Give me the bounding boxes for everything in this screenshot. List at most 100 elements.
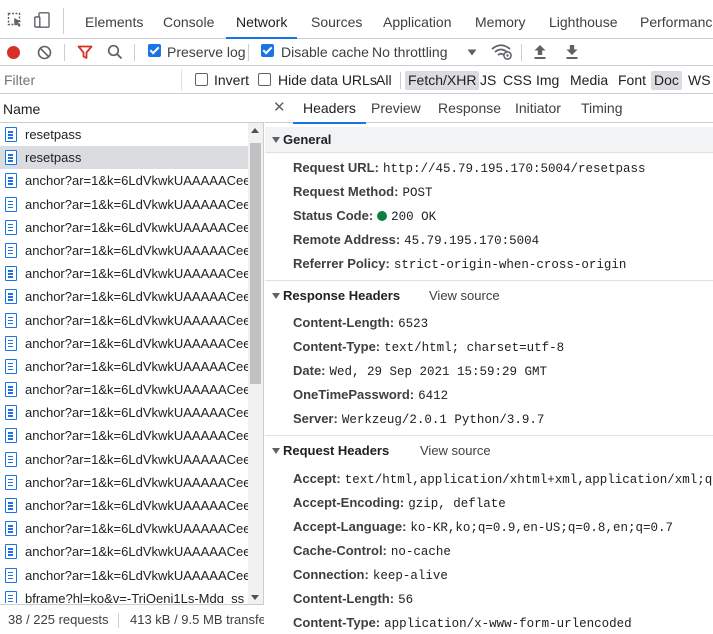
filter-type-css[interactable]: CSS (500, 71, 535, 90)
request-row[interactable]: resetpass (0, 123, 248, 146)
filter-type-media[interactable]: Media (567, 71, 611, 90)
inspect-element-icon[interactable] (7, 12, 23, 28)
filter-type-img[interactable]: Img (533, 71, 562, 90)
request-headers-section-header[interactable]: Request Headers View source (265, 438, 713, 464)
search-icon[interactable] (107, 44, 123, 60)
request-row[interactable]: anchor?ar=1&k=6LdVkwkUAAAAACeeE (0, 540, 248, 563)
filter-funnel-icon[interactable] (77, 45, 93, 60)
tab-preview[interactable]: Preview (371, 94, 421, 123)
request-row[interactable]: resetpass (0, 146, 248, 170)
toolbar-separator (521, 44, 522, 61)
tab-elements[interactable]: Elements (85, 0, 143, 39)
request-row[interactable]: anchor?ar=1&k=6LdVkwkUAAAAACeeE (0, 564, 248, 587)
upload-har-icon[interactable] (533, 44, 547, 60)
request-name: anchor?ar=1&k=6LdVkwkUAAAAACeeE (25, 521, 248, 537)
general-row: Referrer Policy: strict-origin-when-cross… (293, 252, 626, 276)
network-conditions-icon[interactable] (491, 43, 513, 60)
request-header-row: Accept: text/html,application/xhtml+xml,a… (293, 467, 713, 491)
general-section-header[interactable]: General (265, 127, 713, 153)
request-row[interactable]: anchor?ar=1&k=6LdVkwkUAAAAACeeE (0, 285, 248, 308)
response-header-row: OneTimePassword: 6412 (293, 383, 448, 407)
request-row[interactable]: bframe?hl=ko&v=-TriQeni1Ls-Mdq_ss (0, 587, 248, 603)
tab-application[interactable]: Application (383, 0, 452, 39)
header-key: Server: (293, 411, 338, 426)
tab-console[interactable]: Console (163, 0, 214, 39)
document-icon (5, 498, 17, 513)
tab-memory[interactable]: Memory (475, 0, 526, 39)
scroll-down-arrow-icon[interactable] (251, 595, 259, 600)
request-name: anchor?ar=1&k=6LdVkwkUAAAAACeeE (25, 312, 248, 328)
section-divider (265, 435, 713, 436)
request-row[interactable]: anchor?ar=1&k=6LdVkwkUAAAAACeeE (0, 193, 248, 216)
tab-performance[interactable]: Performance (640, 0, 713, 39)
response-view-source-link[interactable]: View source (429, 283, 500, 309)
request-list: Name resetpass resetpass anchor?ar=1&k=6Ld… (0, 94, 264, 634)
document-icon (5, 266, 17, 282)
request-view-source-link[interactable]: View source (420, 438, 491, 464)
filter-type-doc[interactable]: Doc (651, 71, 682, 90)
device-toolbar-icon[interactable] (34, 12, 50, 28)
tab-timing[interactable]: Timing (581, 94, 623, 123)
document-icon (5, 173, 17, 189)
header-value: strict-origin-when-cross-origin (393, 258, 627, 272)
invert-checkbox[interactable] (195, 73, 208, 86)
filter-type-js[interactable]: JS (477, 71, 499, 90)
request-row[interactable]: anchor?ar=1&k=6LdVkwkUAAAAACeeE (0, 517, 248, 540)
general-row: Status Code: 200 OK (293, 204, 436, 228)
request-name: anchor?ar=1&k=6LdVkwkUAAAAACeeE (25, 451, 248, 467)
filter-input[interactable] (0, 69, 182, 91)
filter-separator (400, 72, 401, 89)
header-value: Werkzeug/2.0.1 Python/3.9.7 (341, 413, 545, 427)
document-icon (5, 219, 17, 235)
request-row[interactable]: anchor?ar=1&k=6LdVkwkUAAAAACeeE (0, 424, 248, 447)
filter-type-all[interactable]: All (373, 71, 395, 90)
tab-response[interactable]: Response (438, 94, 501, 123)
header-key: Content-Length: (293, 591, 395, 606)
request-header-row: Content-Type: application/x-www-form-urle… (293, 611, 632, 634)
header-key: Content-Type: (293, 615, 381, 630)
header-value: 45.79.195.170:5004 (404, 234, 540, 248)
request-row[interactable]: anchor?ar=1&k=6LdVkwkUAAAAACeeE (0, 262, 248, 285)
throttling-select[interactable]: No throttling (372, 39, 447, 66)
filter-type-font[interactable]: Font (615, 71, 649, 90)
request-row[interactable]: anchor?ar=1&k=6LdVkwkUAAAAACeeE (0, 471, 248, 494)
request-row[interactable]: anchor?ar=1&k=6LdVkwkUAAAAACeeE (0, 355, 248, 378)
tab-sources[interactable]: Sources (311, 0, 362, 39)
dropdown-arrow-icon[interactable] (467, 49, 477, 56)
request-row[interactable]: anchor?ar=1&k=6LdVkwkUAAAAACeeE (0, 494, 248, 517)
preserve-log-checkbox[interactable] (148, 44, 161, 57)
network-status-bar: 38 / 225 requests 413 kB / 9.5 MB transf… (0, 604, 264, 634)
request-row[interactable]: anchor?ar=1&k=6LdVkwkUAAAAACeeE (0, 169, 248, 192)
clear-icon[interactable] (37, 45, 52, 60)
scrollbar-thumb[interactable] (250, 143, 261, 384)
request-header-row: Cache-Control: no-cache (293, 539, 451, 563)
request-row[interactable]: anchor?ar=1&k=6LdVkwkUAAAAACeeE (0, 332, 248, 355)
header-key: Connection: (293, 567, 369, 582)
request-row[interactable]: anchor?ar=1&k=6LdVkwkUAAAAACeeE (0, 239, 248, 262)
request-row[interactable]: anchor?ar=1&k=6LdVkwkUAAAAACeeE (0, 448, 248, 471)
tab-lighthouse[interactable]: Lighthouse (549, 0, 618, 39)
filter-type-ws[interactable]: WS (685, 71, 713, 90)
request-row[interactable]: anchor?ar=1&k=6LdVkwkUAAAAACeeE (0, 309, 248, 332)
record-icon[interactable] (6, 45, 21, 60)
request-name: anchor?ar=1&k=6LdVkwkUAAAAACeeE (25, 358, 248, 374)
filter-type-fetch-xhr[interactable]: Fetch/XHR (405, 71, 480, 90)
request-list-scrollbar[interactable] (248, 123, 263, 604)
expand-triangle-icon (272, 137, 280, 143)
disable-cache-checkbox[interactable] (261, 44, 274, 57)
header-value: 56 (398, 593, 414, 607)
tab-initiator[interactable]: Initiator (515, 94, 561, 123)
tab-network[interactable]: Network (225, 0, 298, 39)
name-column-header[interactable]: Name (0, 94, 264, 123)
tab-headers[interactable]: Headers (293, 94, 366, 124)
scroll-up-arrow-icon[interactable] (251, 128, 259, 133)
request-row[interactable]: anchor?ar=1&k=6LdVkwkUAAAAACeeE (0, 401, 248, 424)
request-row[interactable]: anchor?ar=1&k=6LdVkwkUAAAAACeeE (0, 216, 248, 239)
close-detail-icon[interactable]: ✕ (273, 94, 286, 123)
header-key: Content-Length: (293, 315, 395, 330)
request-row[interactable]: anchor?ar=1&k=6LdVkwkUAAAAACeeE (0, 378, 248, 401)
download-har-icon[interactable] (565, 44, 579, 60)
request-name: anchor?ar=1&k=6LdVkwkUAAAAACeeE (25, 567, 248, 583)
hide-data-urls-checkbox[interactable] (258, 73, 271, 86)
response-headers-section-header[interactable]: Response Headers View source (265, 283, 713, 309)
